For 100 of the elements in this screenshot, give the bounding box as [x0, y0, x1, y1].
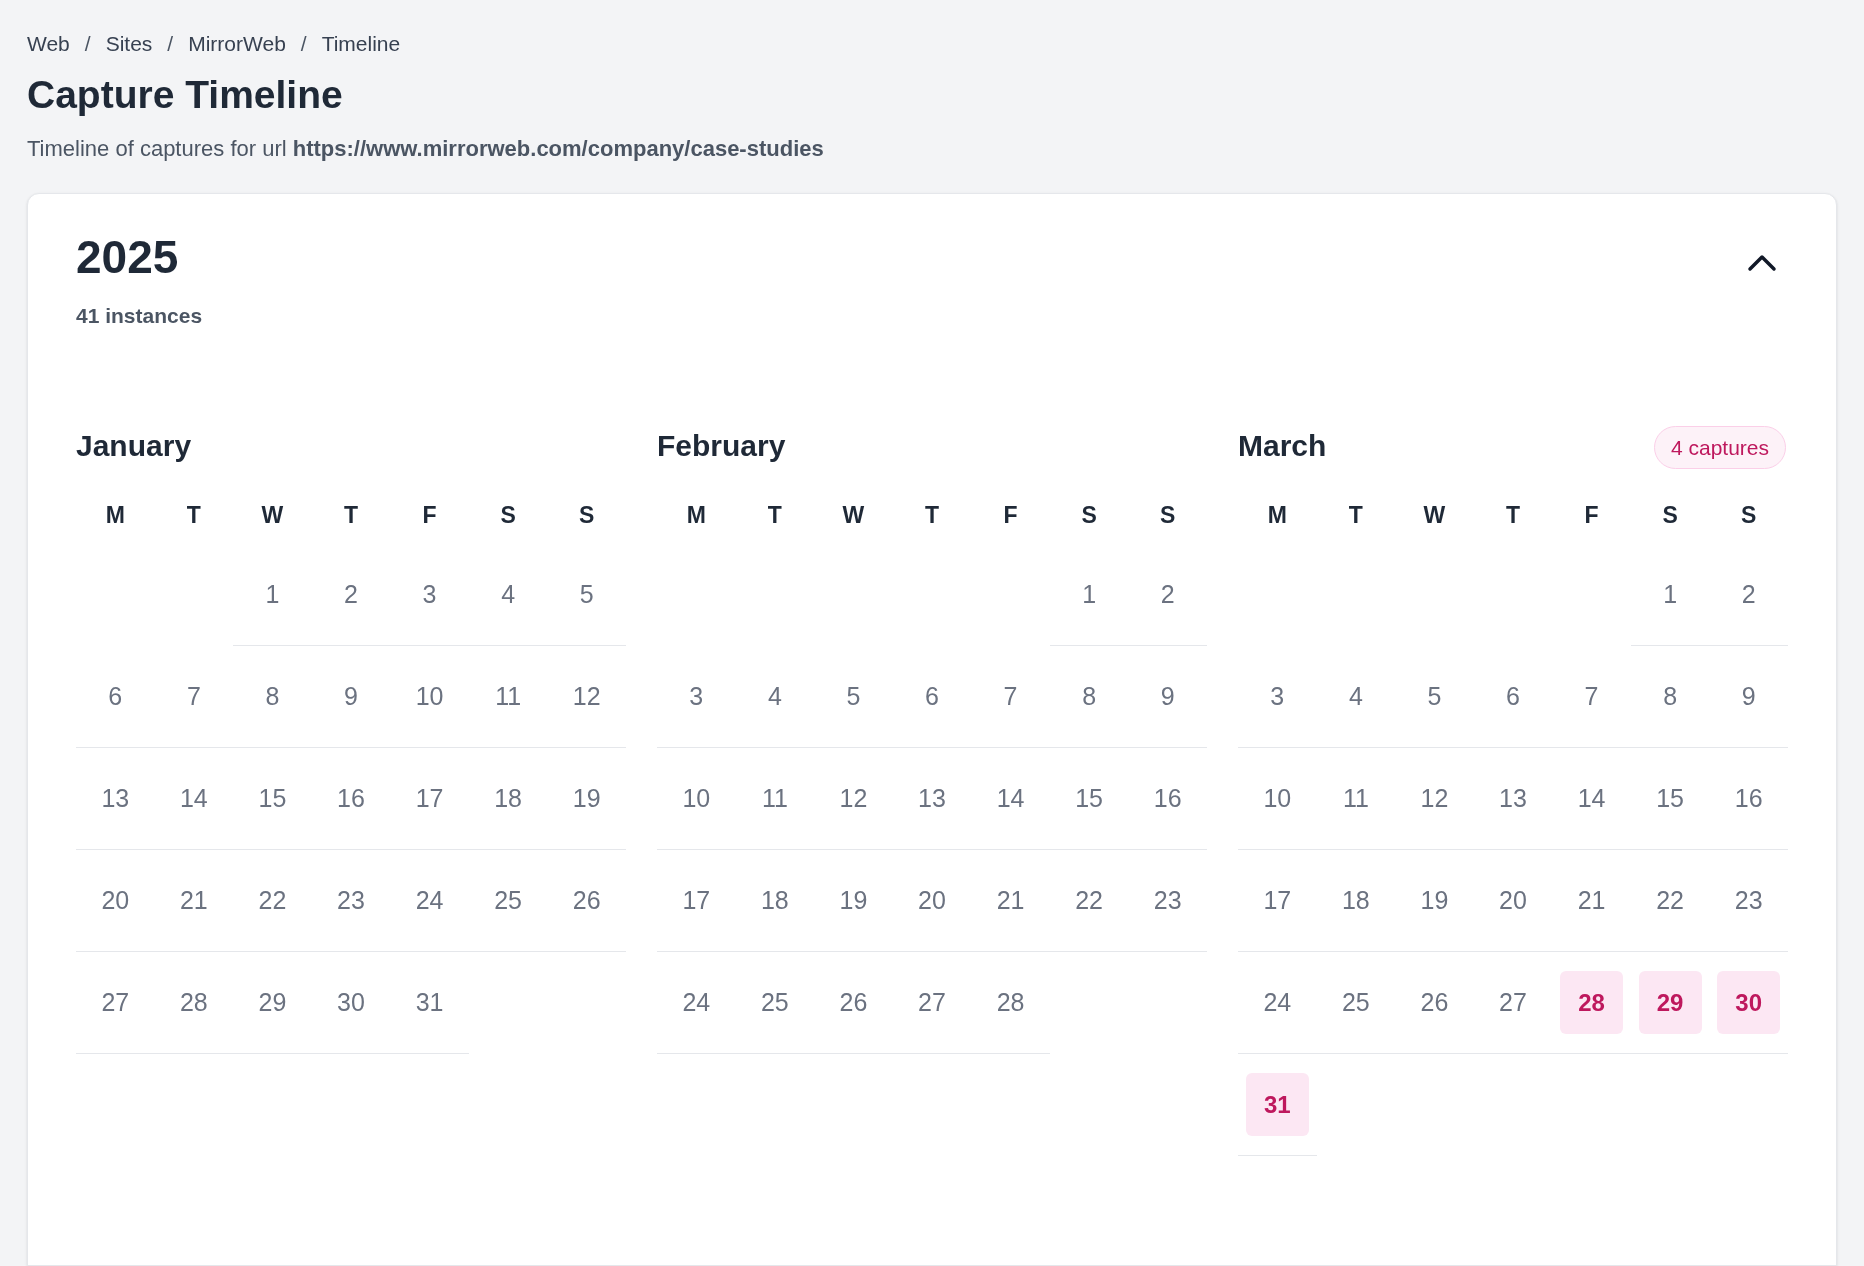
day-number: 15 [1075, 782, 1104, 814]
day-number: 13 [101, 782, 130, 814]
weekday-label: W [842, 500, 865, 530]
day-number: 10 [682, 782, 711, 814]
weekday-label: F [422, 500, 437, 530]
day-number: 27 [101, 986, 130, 1018]
day-number: 7 [186, 680, 201, 712]
day-number: 22 [1656, 884, 1685, 916]
weekday-label: M [1267, 500, 1287, 530]
day-number: 7 [1584, 680, 1599, 712]
day-number: 18 [494, 782, 523, 814]
chevron-up-icon [1746, 252, 1778, 272]
page-subtitle: Timeline of captures for url https://www.mirrorweb.com/company/case-studies [27, 135, 825, 163]
captured-day[interactable]: 31 [1245, 1073, 1309, 1136]
day-number: 25 [1341, 986, 1370, 1018]
day-number: 13 [918, 782, 946, 814]
captures-badge: 4 captures [1653, 425, 1786, 470]
day-number: 27 [1499, 986, 1527, 1018]
day-number: 19 [572, 782, 601, 814]
day-number: 2 [344, 578, 358, 610]
day-number: 24 [682, 986, 711, 1018]
month-title: March [1238, 428, 1327, 464]
day-number: 12 [1420, 782, 1449, 814]
day-number: 15 [1656, 782, 1685, 814]
day-number: 22 [1075, 884, 1104, 916]
captured-day[interactable]: 30 [1717, 971, 1781, 1034]
weekday-label: S [1160, 500, 1176, 530]
breadcrumb-link[interactable]: Timeline [321, 28, 401, 60]
day-number: 24 [1263, 986, 1292, 1018]
weekday-label: S [1741, 500, 1757, 530]
day-number: 14 [179, 782, 208, 814]
day-number: 29 [258, 986, 287, 1018]
month-title: February [657, 428, 786, 464]
weekday-label: W [1423, 500, 1446, 530]
captured-day[interactable]: 29 [1638, 971, 1702, 1034]
weekday-label: W [261, 500, 284, 530]
day-number: 7 [1003, 680, 1018, 712]
day-number: 21 [179, 884, 208, 916]
day-number: 11 [761, 782, 788, 814]
day-number: 17 [415, 782, 444, 814]
day-number: 1 [1082, 578, 1097, 610]
year-title: 2025 [76, 234, 180, 280]
day-number: 28 [996, 986, 1025, 1018]
breadcrumb-link[interactable]: Sites [105, 28, 153, 60]
day-number: 9 [1160, 680, 1175, 712]
day-number: 12 [572, 680, 601, 712]
day-number: 4 [767, 680, 782, 712]
day-number: 9 [1741, 680, 1756, 712]
day-number: 3 [689, 680, 704, 712]
breadcrumb-separator: / [300, 31, 307, 57]
day-number: 30 [337, 986, 365, 1018]
month-title: January [76, 428, 192, 464]
breadcrumb-link[interactable]: Web [27, 28, 70, 60]
weekday-label: M [105, 500, 125, 530]
day-number: 18 [1341, 884, 1370, 916]
day-number: 17 [682, 884, 711, 916]
day-number: 19 [1420, 884, 1449, 916]
weekday-label: T [343, 500, 358, 530]
weekday-label: S [500, 500, 516, 530]
day-number: 23 [337, 884, 365, 916]
day-number: 10 [1263, 782, 1292, 814]
day-number: 8 [1663, 680, 1678, 712]
day-number: 16 [1153, 782, 1182, 814]
day-number: 25 [494, 884, 523, 916]
breadcrumb-link[interactable]: MirrorWeb [188, 28, 286, 60]
weekday-label: F [1003, 500, 1018, 530]
instance-count: 41 instances [76, 303, 203, 329]
day-number: 25 [760, 986, 789, 1018]
day-number: 17 [1263, 884, 1292, 916]
day-number: 5 [579, 578, 594, 610]
day-number: 22 [258, 884, 287, 916]
day-number: 18 [760, 884, 789, 916]
page-title: Capture Timeline [27, 71, 344, 118]
day-number: 6 [1506, 680, 1520, 712]
day-number: 19 [839, 884, 868, 916]
weekday-label: M [686, 500, 706, 530]
day-number: 11 [1342, 782, 1369, 814]
day-number: 28 [179, 986, 208, 1018]
day-number: 10 [415, 680, 444, 712]
day-number: 24 [415, 884, 444, 916]
day-number: 4 [501, 578, 516, 610]
day-number: 26 [572, 884, 601, 916]
captured-day[interactable]: 28 [1560, 971, 1624, 1034]
day-number: 1 [1663, 578, 1678, 610]
weekday-label: F [1584, 500, 1599, 530]
day-number: 31 [415, 986, 444, 1018]
day-number: 3 [422, 578, 437, 610]
day-number: 2 [1160, 578, 1175, 610]
day-number: 6 [108, 680, 123, 712]
day-number: 5 [846, 680, 861, 712]
day-number: 11 [495, 680, 522, 712]
weekday-label: S [579, 500, 595, 530]
day-number: 4 [1348, 680, 1363, 712]
day-number: 8 [1082, 680, 1097, 712]
day-number: 27 [918, 986, 946, 1018]
day-number: 23 [1734, 884, 1763, 916]
day-number: 1 [265, 578, 280, 610]
day-number: 23 [1153, 884, 1182, 916]
weekday-label: T [767, 500, 782, 530]
day-number: 14 [1577, 782, 1606, 814]
